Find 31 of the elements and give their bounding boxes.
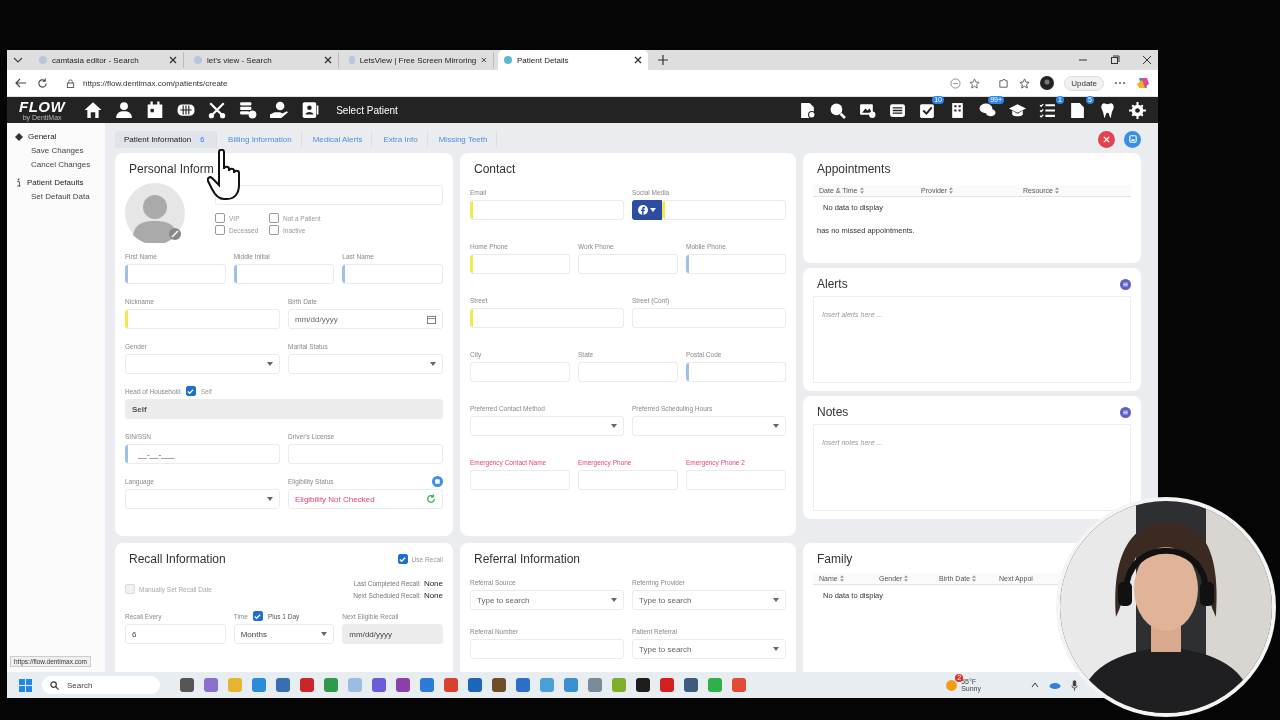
recall-value: None <box>423 590 443 600</box>
dropdown[interactable]: Months <box>233 624 335 644</box>
dropdown[interactable]: Type to search <box>470 590 624 610</box>
sidebar-item[interactable]: Cancel Changes <box>31 160 105 169</box>
card-title: Contact <box>473 161 517 177</box>
input-field[interactable]: Self <box>125 399 443 419</box>
card-title: Alerts <box>816 276 848 292</box>
update-button[interactable]: Update <box>1064 75 1104 91</box>
sidebar-item[interactable]: Set Default Data <box>31 192 105 201</box>
card-title: Notes <box>816 404 849 420</box>
search-field[interactable]: Search <box>42 676 160 694</box>
dropdown[interactable]: Type to search <box>632 590 786 610</box>
dropdown[interactable]: Type to search <box>632 639 786 659</box>
sidebar-heading: Patient Defaults <box>27 178 84 187</box>
card-title: Appointments <box>816 161 892 177</box>
input-field[interactable]: __-__-___ <box>125 444 280 464</box>
sidebar-heading: General <box>28 132 57 141</box>
card-title: Family <box>816 551 854 567</box>
browser-tab[interactable]: let's view - Search <box>188 52 339 68</box>
status-field[interactable]: Eligibility Not Checked <box>288 489 443 509</box>
sidebar-item[interactable]: Save Changes <box>31 146 105 155</box>
card-title: Referral Information <box>473 551 582 567</box>
recall-value: None <box>423 578 443 588</box>
card-title: Recall Information <box>128 551 226 567</box>
browser-tab[interactable]: LetsView | Free Screen Mirroring <box>343 52 494 68</box>
input-field[interactable]: 6 <box>125 624 226 644</box>
browser-tab[interactable]: camtasia editor - Search <box>33 52 184 68</box>
date-field[interactable]: mm/dd/yyyy <box>288 309 443 329</box>
card-title: Personal Inform <box>128 161 215 177</box>
select-patient-link[interactable]: Select Patient <box>336 104 398 116</box>
browser-tab[interactable]: Patient Details <box>498 50 648 70</box>
